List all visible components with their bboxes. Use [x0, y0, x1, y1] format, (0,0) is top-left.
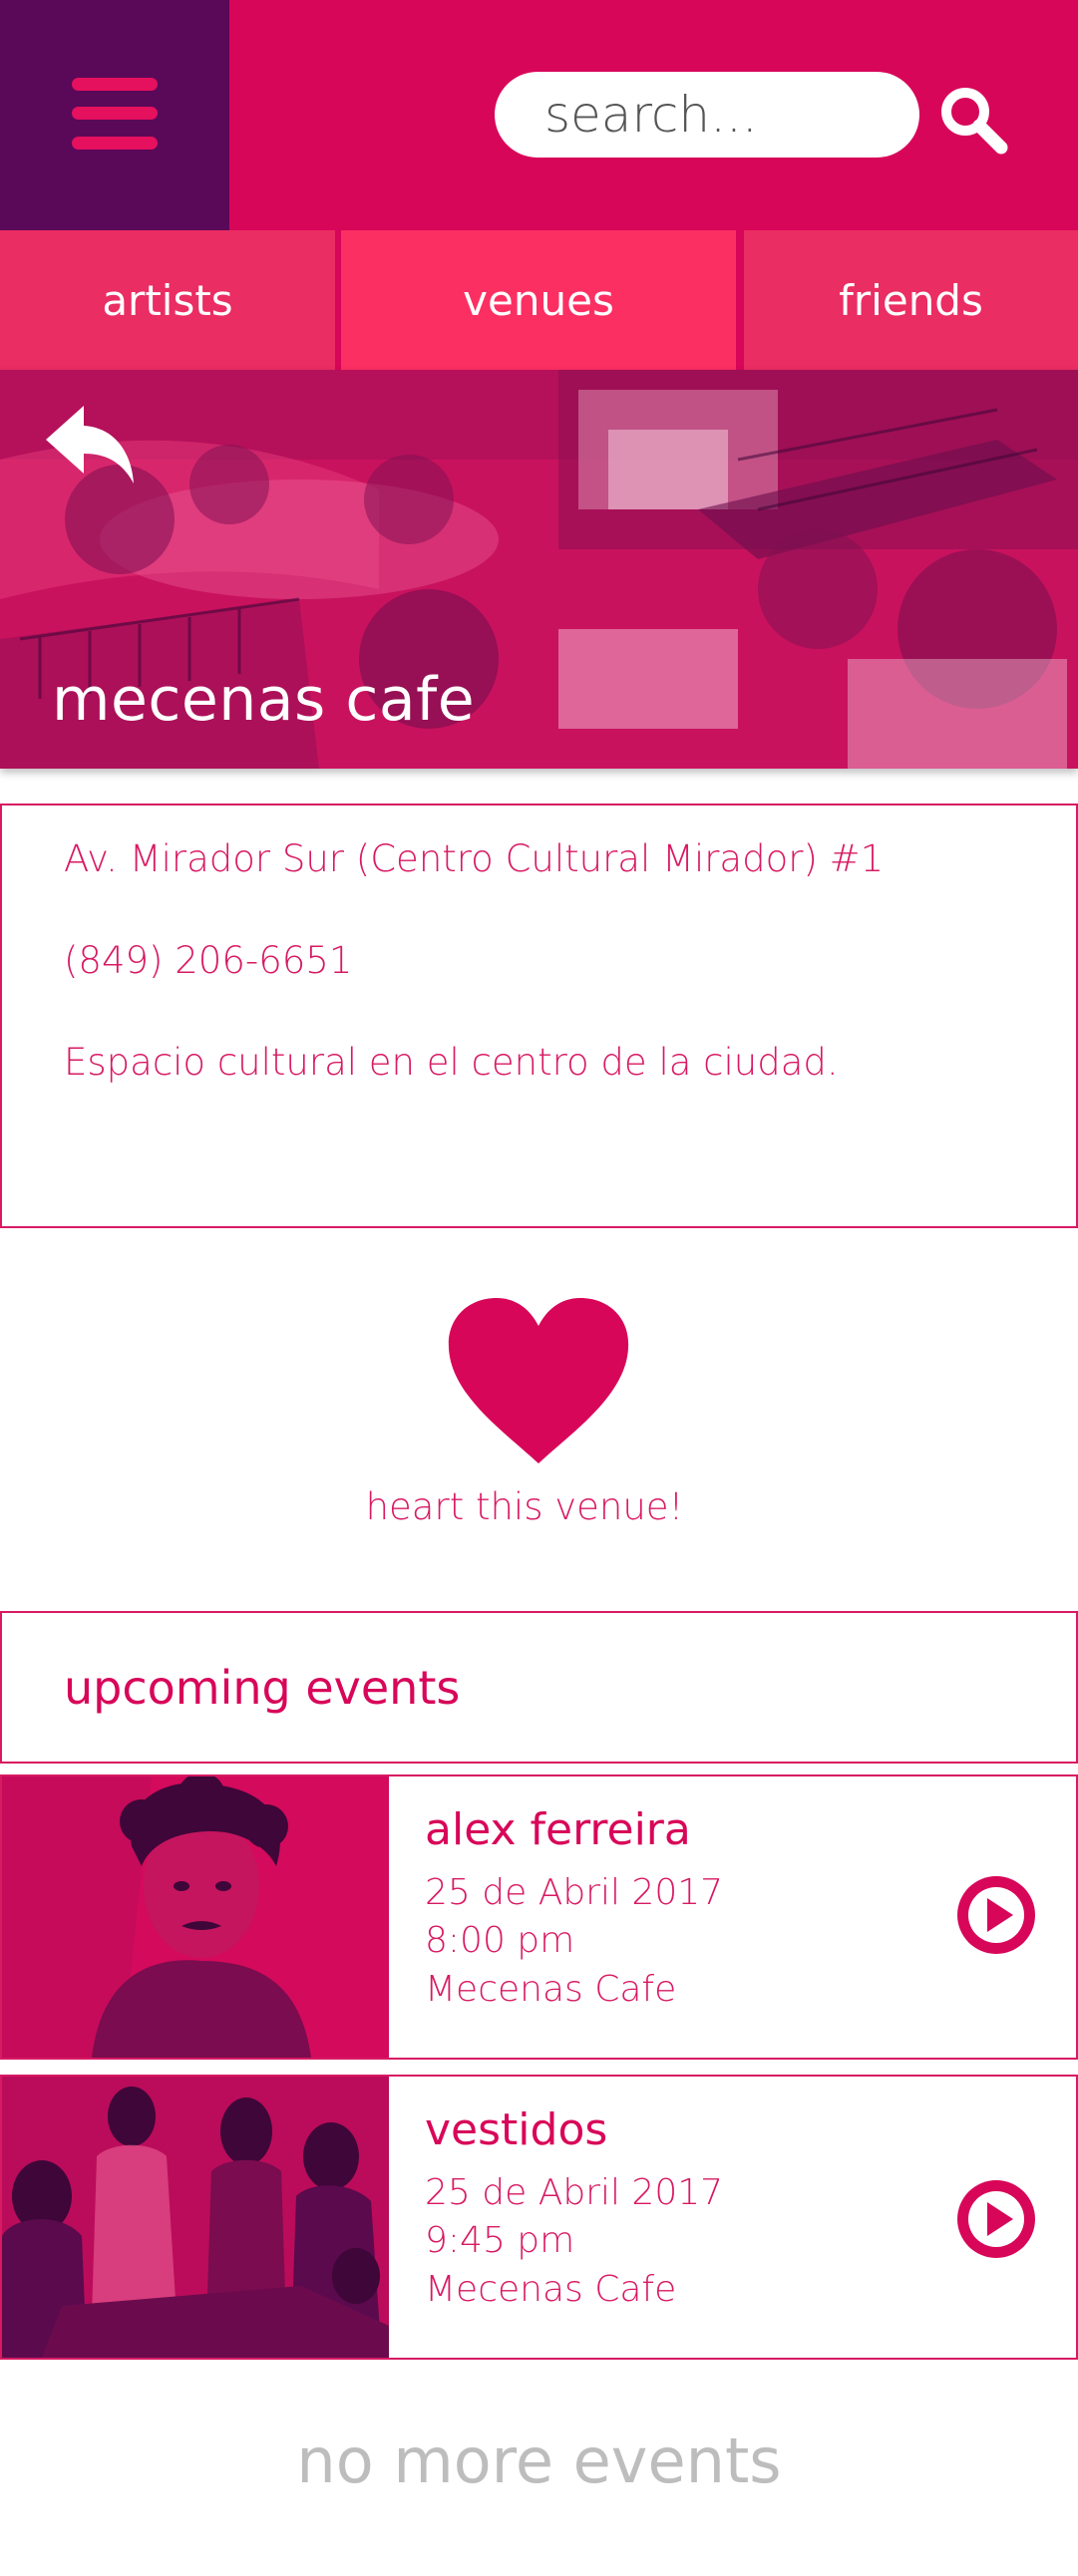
event-artist-photo	[2, 1776, 389, 2058]
venue-address: Av. Mirador Sur (Centro Cultural Mirador…	[64, 837, 885, 880]
no-more-events-label: no more events	[296, 2424, 782, 2497]
venue-hero: mecenas cafe	[0, 370, 1078, 769]
event-venue: Mecenas Cafe	[425, 1969, 677, 2010]
venue-info-card: Av. Mirador Sur (Centro Cultural Mirador…	[0, 804, 1078, 1228]
tab-artists[interactable]: artists	[0, 230, 335, 370]
venue-name: mecenas cafe	[52, 665, 476, 735]
search-icon[interactable]	[937, 84, 1009, 156]
event-date: 25 de Abril 2017	[425, 2172, 724, 2213]
upcoming-events-title: upcoming events	[64, 1661, 461, 1715]
event-card[interactable]: vestidos 25 de Abril 2017 9:45 pm Mecena…	[0, 2075, 1078, 2360]
event-time: 8:00 pm	[425, 1920, 575, 1961]
play-icon[interactable]	[957, 2180, 1035, 2258]
back-arrow-icon[interactable]	[44, 404, 136, 485]
venue-phone[interactable]: (849) 206-6651	[64, 939, 352, 982]
event-artist-photo	[2, 2077, 389, 2358]
upcoming-events-header: upcoming events	[0, 1611, 1078, 1764]
heart-venue-label[interactable]: heart this venue!	[0, 1485, 1049, 1528]
event-artist-name[interactable]: vestidos	[425, 2104, 607, 2155]
heart-icon[interactable]	[447, 1296, 630, 1465]
app-header	[0, 0, 1078, 230]
hamburger-icon[interactable]	[72, 78, 158, 150]
event-venue: Mecenas Cafe	[425, 2269, 677, 2310]
event-card[interactable]: alex ferreira 25 de Abril 2017 8:00 pm M…	[0, 1774, 1078, 2060]
tab-friends[interactable]: friends	[744, 230, 1078, 370]
event-artist-name[interactable]: alex ferreira	[425, 1804, 691, 1855]
event-date: 25 de Abril 2017	[425, 1872, 724, 1913]
search-input[interactable]	[544, 82, 903, 148]
search-box[interactable]	[495, 72, 919, 158]
tab-venues[interactable]: venues	[341, 230, 736, 370]
menu-button[interactable]	[0, 0, 229, 230]
event-time: 9:45 pm	[425, 2220, 575, 2261]
nav-tabs: artists venues friends	[0, 230, 1078, 370]
venue-description: Espacio cultural en el centro de la ciud…	[64, 1041, 839, 1084]
play-icon[interactable]	[957, 1876, 1035, 1954]
